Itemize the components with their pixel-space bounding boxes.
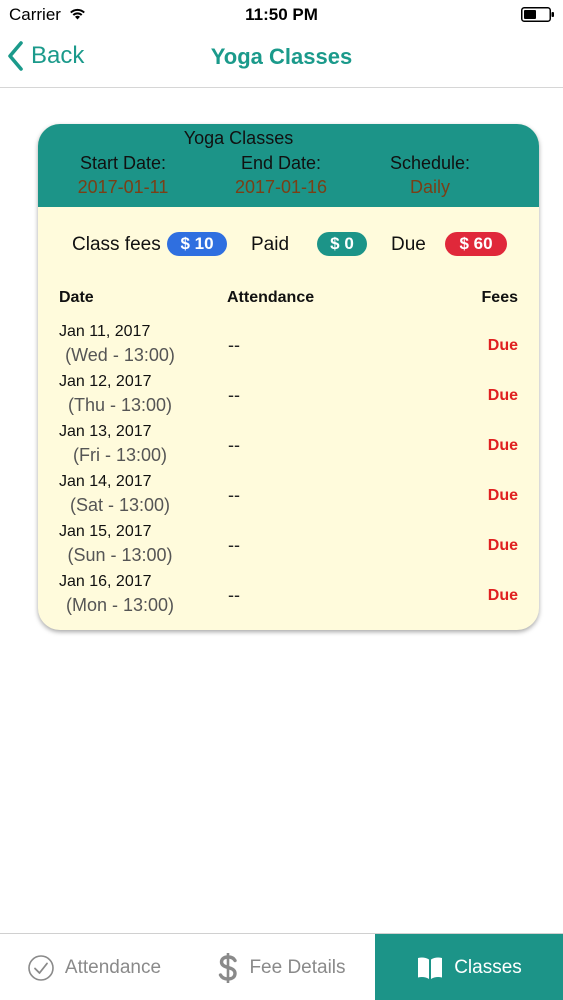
tab-attendance-label: Attendance xyxy=(64,956,162,978)
row-date: Jan 16, 2017 xyxy=(59,573,152,590)
table-row: Jan 13, 2017 (Fri - 13:00) -- Due xyxy=(38,423,539,473)
row-time: (Wed - 13:00) xyxy=(65,345,175,365)
row-attendance: -- xyxy=(228,585,240,605)
table-row: Jan 16, 2017 (Mon - 13:00) -- Due xyxy=(38,573,539,623)
paid-label: Paid xyxy=(251,234,290,255)
tab-fee-details[interactable]: Fee Details xyxy=(188,934,375,1000)
end-date-value: 2017-01-16 xyxy=(234,177,328,197)
table-row: Jan 12, 2017 (Thu - 13:00) -- Due xyxy=(38,373,539,423)
schedule: Schedule: Daily xyxy=(345,153,515,198)
end-date: End Date: 2017-01-16 xyxy=(196,153,366,198)
tab-classes[interactable]: Classes xyxy=(375,934,563,1000)
card-header: Yoga Classes Start Date: 2017-01-11 End … xyxy=(38,124,539,207)
row-fee-status: Due xyxy=(487,587,518,604)
row-fee-status: Due xyxy=(487,437,518,454)
row-time: (Sat - 13:00) xyxy=(69,495,171,515)
tab-bar: Attendance Fee Details Classes xyxy=(0,933,563,1000)
class-card: Yoga Classes Start Date: 2017-01-11 End … xyxy=(38,124,539,630)
row-attendance: -- xyxy=(228,485,240,505)
row-date: Jan 13, 2017 xyxy=(59,423,152,440)
column-header-date: Date xyxy=(59,289,94,306)
tab-fee-details-label: Fee Details xyxy=(249,956,346,978)
row-attendance: -- xyxy=(228,335,240,355)
row-date: Jan 11, 2017 xyxy=(59,323,151,340)
row-fee-status: Due xyxy=(487,337,518,354)
book-icon xyxy=(418,957,443,979)
column-header-attendance: Attendance xyxy=(227,289,315,306)
tab-classes-label: Classes xyxy=(454,956,522,978)
column-header-fees: Fees xyxy=(481,289,518,306)
row-date: Jan 15, 2017 xyxy=(59,523,152,540)
status-time: 11:50 PM xyxy=(245,5,318,24)
row-time: (Fri - 13:00) xyxy=(72,445,168,465)
row-time: (Mon - 13:00) xyxy=(65,595,175,615)
row-date: Jan 14, 2017 xyxy=(59,473,152,490)
row-fee-status: Due xyxy=(487,487,518,504)
start-date-value: 2017-01-11 xyxy=(77,177,169,197)
start-date-label: Start Date: xyxy=(79,153,167,173)
table-row: Jan 15, 2017 (Sun - 13:00) -- Due xyxy=(38,523,539,573)
due-badge: $ 60 xyxy=(445,232,507,256)
schedule-value: Daily xyxy=(409,177,450,197)
due-label: Due xyxy=(391,234,426,255)
status-bar: Carrier 11:50 PM xyxy=(0,0,563,30)
table-row: Jan 11, 2017 (Wed - 13:00) -- Due xyxy=(38,323,539,373)
row-attendance: -- xyxy=(228,535,240,555)
start-date: Start Date: 2017-01-11 xyxy=(38,153,208,198)
check-circle-icon xyxy=(28,954,54,981)
card-title: Yoga Classes xyxy=(183,128,294,148)
paid-badge: $ 0 xyxy=(317,232,367,256)
row-attendance: -- xyxy=(228,385,240,405)
tab-attendance[interactable]: Attendance xyxy=(0,934,188,1000)
row-attendance: -- xyxy=(228,435,240,455)
end-date-label: End Date: xyxy=(240,153,322,173)
row-time: (Thu - 13:00) xyxy=(67,395,173,415)
fees-summary: Class fees $ 10 Paid $ 0 Due $ 60 xyxy=(38,231,539,259)
table-row: Jan 14, 2017 (Sat - 13:00) -- Due xyxy=(38,473,539,523)
row-fee-status: Due xyxy=(487,387,518,404)
navigation-bar: Back Yoga Classes xyxy=(0,30,563,88)
row-fee-status: Due xyxy=(487,537,518,554)
dollar-icon xyxy=(219,952,238,983)
row-time: (Sun - 13:00) xyxy=(67,545,173,565)
battery-icon xyxy=(521,7,554,22)
schedule-label: Schedule: xyxy=(389,153,471,173)
row-date: Jan 12, 2017 xyxy=(59,373,152,390)
page-title: Yoga Classes xyxy=(210,44,353,69)
class-fees-label: Class fees xyxy=(72,234,161,255)
class-fees-badge: $ 10 xyxy=(167,232,227,256)
